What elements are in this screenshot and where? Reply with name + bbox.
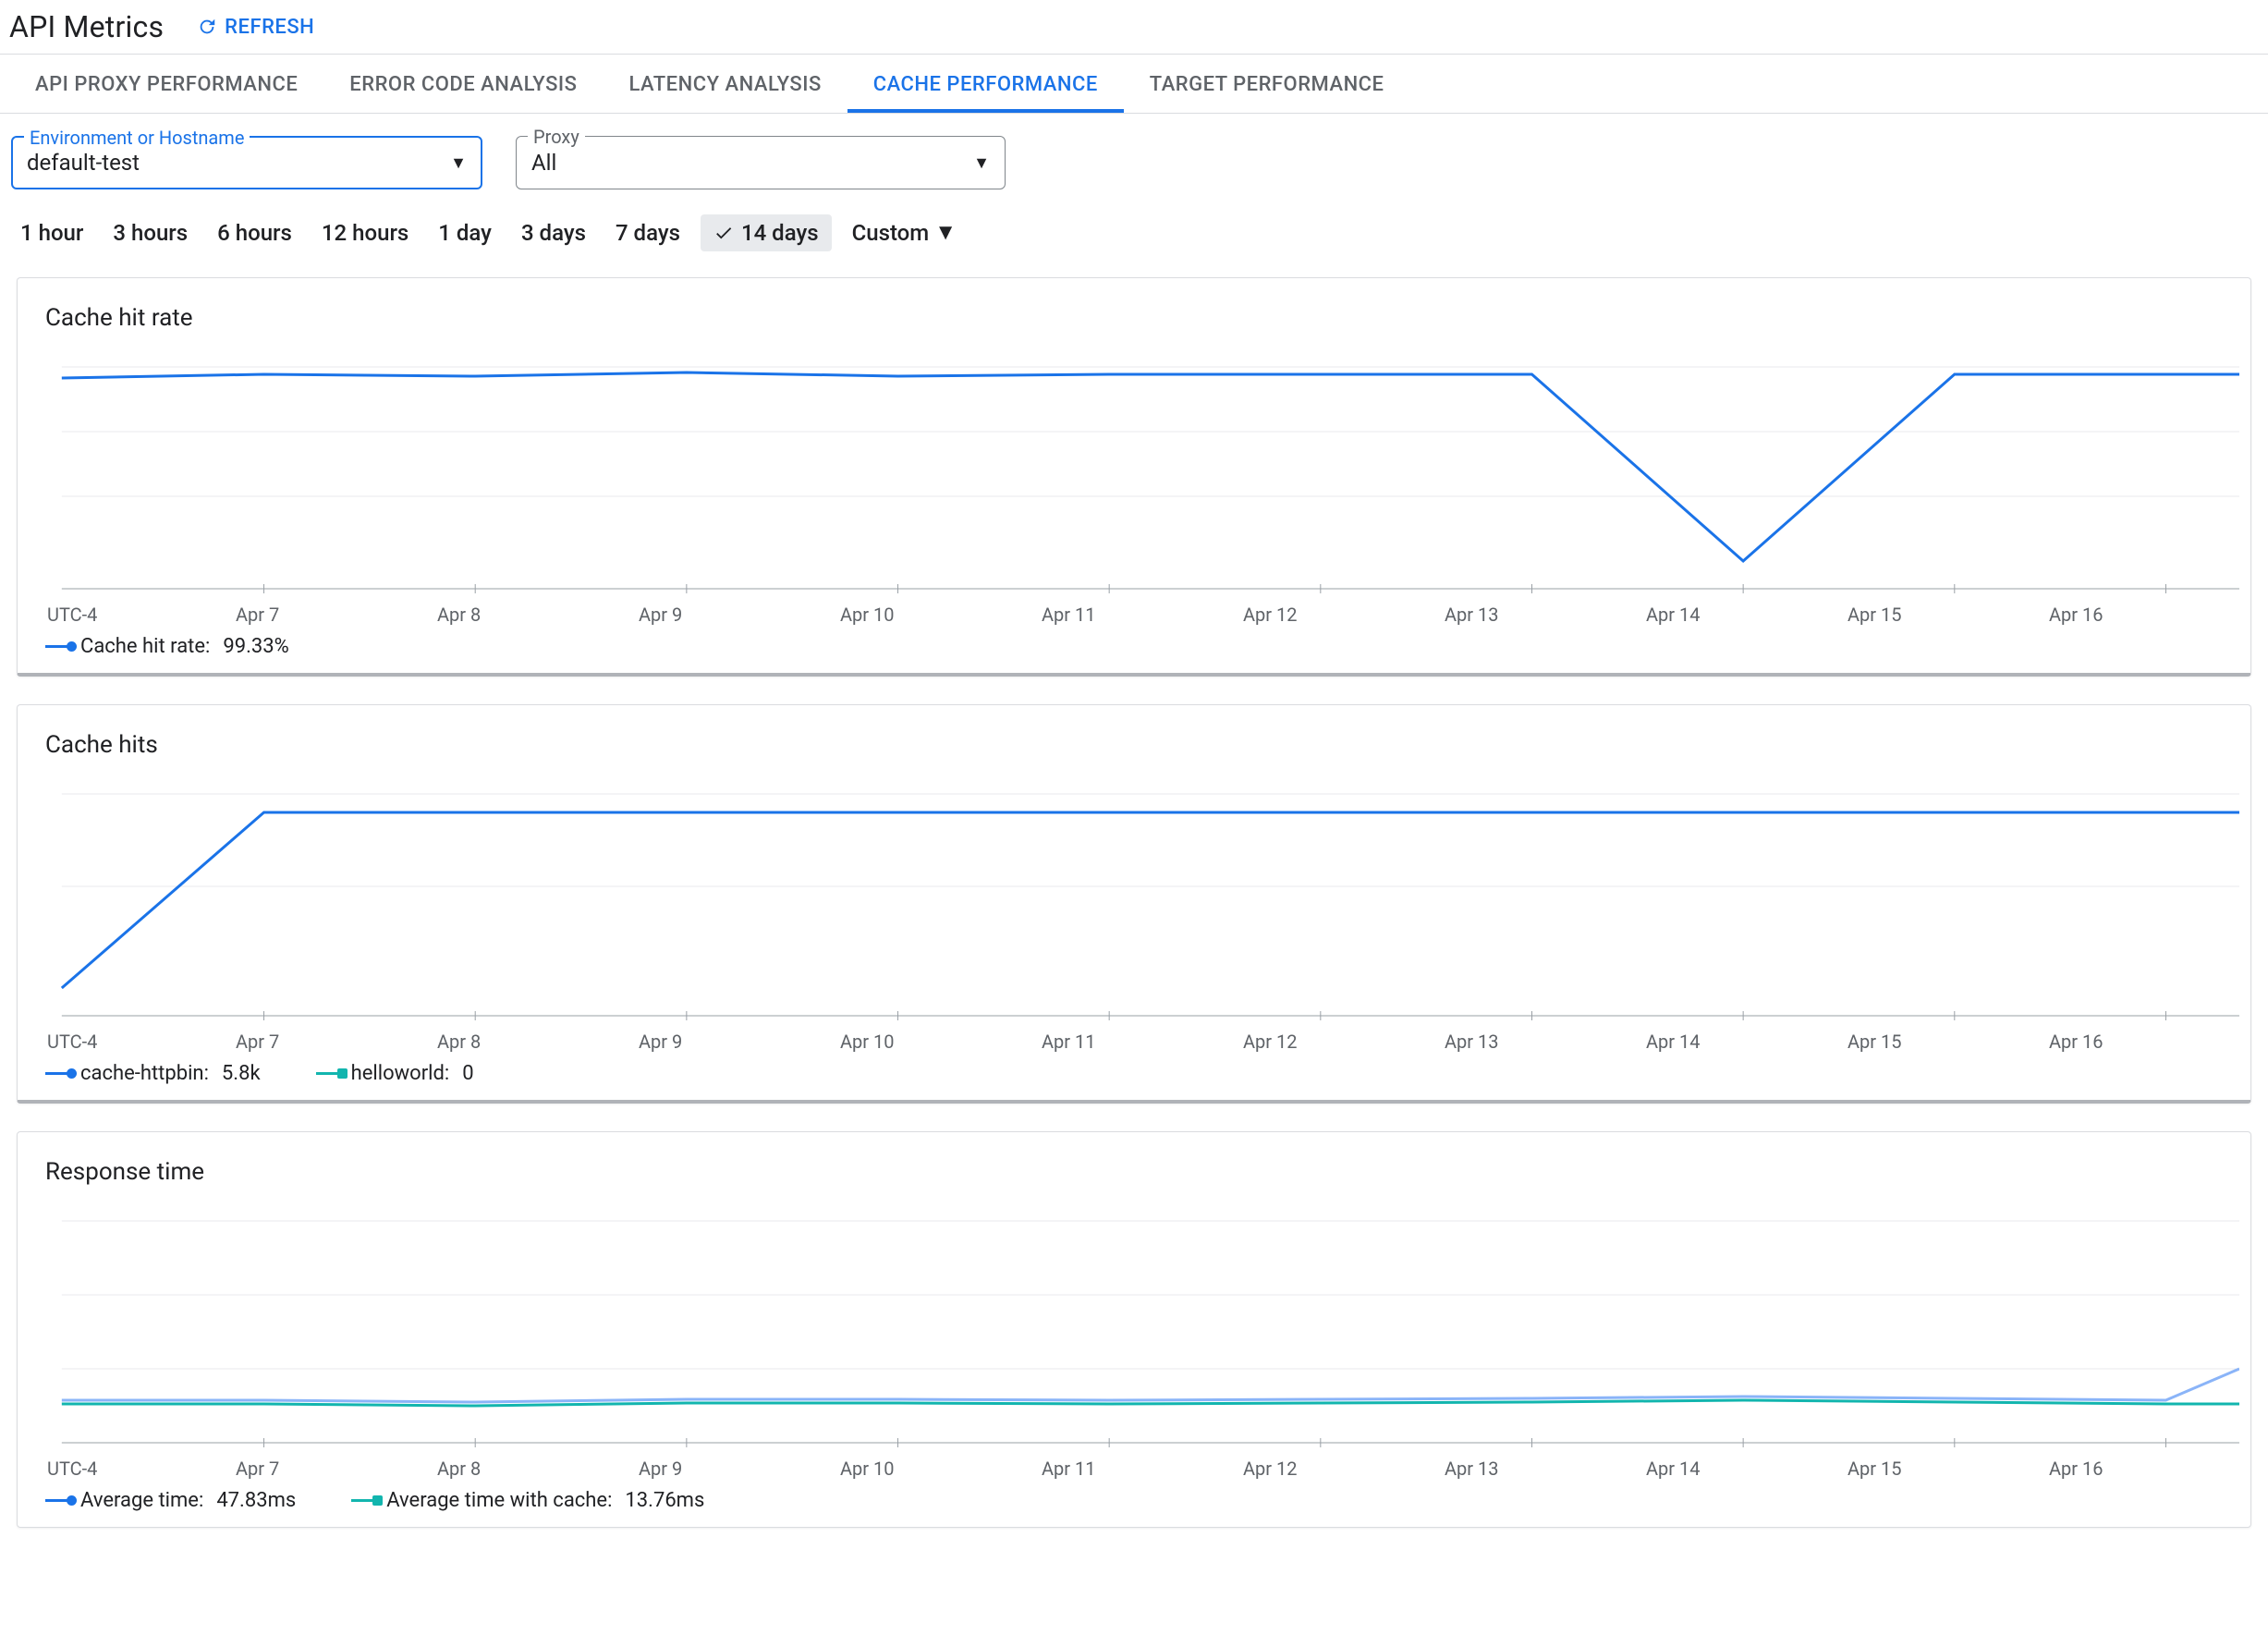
proxy-value: All — [531, 150, 973, 176]
chevron-down-icon: ▼ — [973, 153, 990, 173]
chart-legend: Cache hit rate: 99.33% — [18, 626, 2250, 658]
range-6-hours[interactable]: 6 hours — [208, 214, 301, 251]
chart-title: Cache hits — [18, 731, 2250, 775]
chart-cache-hits: Cache hits UTC-4 Apr 7 Apr 8 Apr — [17, 704, 2251, 1104]
range-1-hour[interactable]: 1 hour — [11, 214, 92, 251]
range-14-days[interactable]: 14 days — [701, 214, 832, 251]
environment-select[interactable]: Environment or Hostname default-test ▼ — [11, 136, 482, 189]
x-axis-labels: UTC-4 Apr 7 Apr 8 Apr 9 Apr 10 Apr 11 Ap… — [18, 1025, 2250, 1053]
check-icon — [713, 223, 734, 243]
timezone-label: UTC-4 — [34, 1458, 236, 1480]
range-12-hours[interactable]: 12 hours — [312, 214, 418, 251]
chart-plot — [34, 775, 2239, 1025]
tab-target-performance[interactable]: TARGET PERFORMANCE — [1124, 55, 1410, 113]
range-1-day[interactable]: 1 day — [429, 214, 501, 251]
legend-helloworld[interactable]: helloworld: 0 — [316, 1062, 474, 1085]
legend-marker-icon — [45, 645, 71, 648]
tab-latency-analysis[interactable]: LATENCY ANALYSIS — [603, 55, 847, 113]
refresh-button[interactable]: REFRESH — [197, 16, 314, 39]
tab-api-proxy-performance[interactable]: API PROXY PERFORMANCE — [9, 55, 323, 113]
x-axis-labels: UTC-4 Apr 7 Apr 8 Apr 9 Apr 10 Apr 11 Ap… — [18, 1452, 2250, 1480]
range-label: 14 days — [741, 220, 819, 246]
chart-title: Response time — [18, 1158, 2250, 1202]
legend-marker-icon — [316, 1072, 342, 1075]
chevron-down-icon: ▼ — [934, 219, 957, 246]
legend-marker-icon — [351, 1499, 377, 1502]
custom-label: Custom — [852, 220, 930, 246]
chart-legend: cache-httpbin: 5.8k helloworld: 0 — [18, 1053, 2250, 1085]
legend-average-time[interactable]: Average time: 47.83ms — [45, 1489, 296, 1512]
refresh-icon — [197, 17, 217, 37]
x-axis-labels: UTC-4 Apr 7 Apr 8 Apr 9 Apr 10 Apr 11 Ap… — [18, 598, 2250, 626]
chevron-down-icon: ▼ — [450, 153, 467, 173]
page-title: API Metrics — [9, 9, 164, 44]
range-3-hours[interactable]: 3 hours — [104, 214, 197, 251]
environment-value: default-test — [27, 150, 450, 176]
tab-error-code-analysis[interactable]: ERROR CODE ANALYSIS — [323, 55, 603, 113]
range-3-days[interactable]: 3 days — [512, 214, 595, 251]
range-custom[interactable]: Custom ▼ — [843, 214, 966, 251]
timezone-label: UTC-4 — [34, 604, 236, 626]
proxy-select[interactable]: Proxy All ▼ — [516, 136, 1006, 189]
chart-cache-hit-rate: Cache hit rate UTC-4 Apr 7 — [17, 277, 2251, 677]
refresh-label: REFRESH — [225, 16, 314, 39]
page-header: API Metrics REFRESH — [0, 0, 2268, 55]
chart-plot — [34, 1202, 2239, 1452]
proxy-label: Proxy — [528, 126, 585, 148]
chart-legend: Average time: 47.83ms Average time with … — [18, 1480, 2250, 1512]
legend-cache-hit-rate[interactable]: Cache hit rate: 99.33% — [45, 635, 289, 658]
tab-cache-performance[interactable]: CACHE PERFORMANCE — [847, 55, 1124, 113]
legend-cache-httpbin[interactable]: cache-httpbin: 5.8k — [45, 1062, 261, 1085]
environment-label: Environment or Hostname — [24, 127, 250, 149]
timezone-label: UTC-4 — [34, 1031, 236, 1053]
time-range-row: 1 hour 3 hours 6 hours 12 hours 1 day 3 … — [0, 197, 2268, 268]
legend-average-time-cache[interactable]: Average time with cache: 13.76ms — [351, 1489, 704, 1512]
range-7-days[interactable]: 7 days — [606, 214, 689, 251]
chart-response-time: Response time UTC-4 Apr 7 — [17, 1131, 2251, 1528]
legend-marker-icon — [45, 1072, 71, 1075]
tabs-bar: API PROXY PERFORMANCE ERROR CODE ANALYSI… — [0, 55, 2268, 114]
legend-marker-icon — [45, 1499, 71, 1502]
chart-title: Cache hit rate — [18, 304, 2250, 348]
chart-plot — [34, 348, 2239, 598]
filter-row: Environment or Hostname default-test ▼ P… — [0, 114, 2268, 197]
